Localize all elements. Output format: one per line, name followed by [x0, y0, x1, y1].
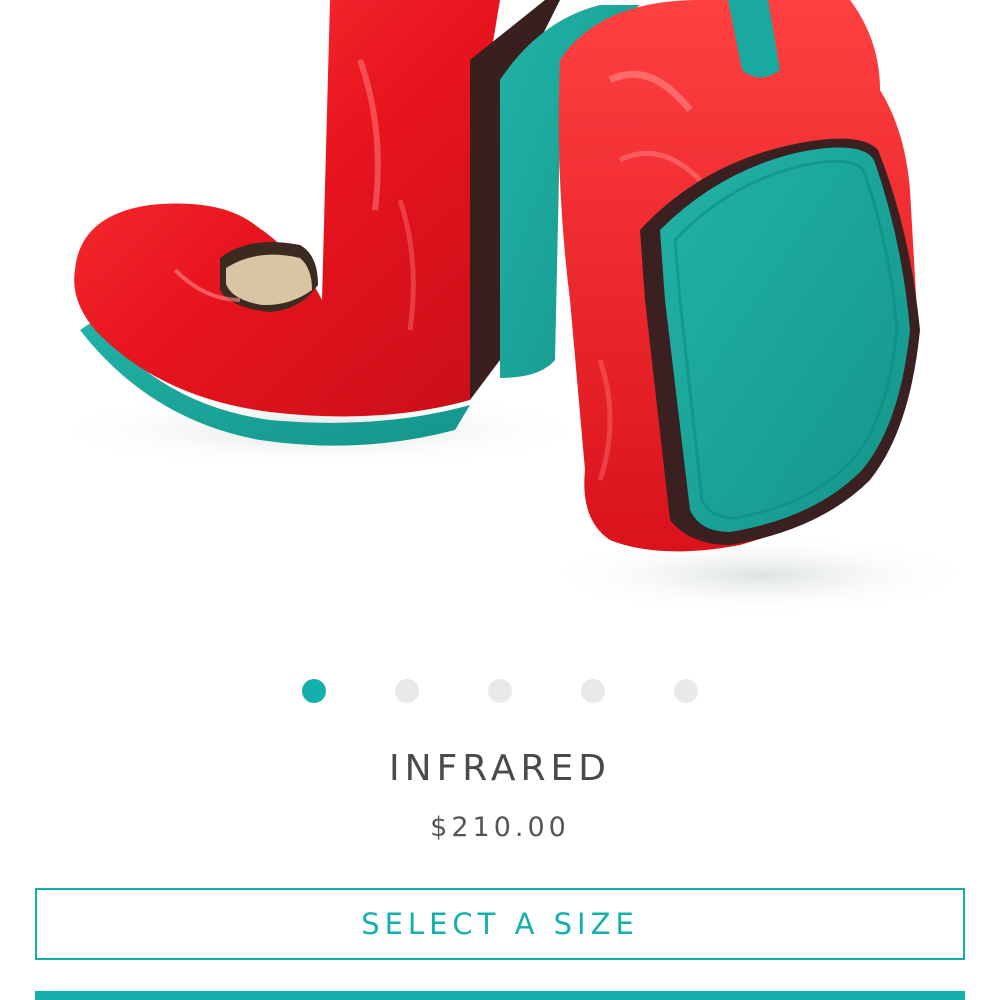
product-page: INFRARED $210.00 SELECT A SIZE: [0, 0, 1000, 1000]
carousel-dot-4[interactable]: [581, 679, 605, 703]
carousel-dot-5[interactable]: [674, 679, 698, 703]
product-image[interactable]: [0, 0, 1000, 640]
select-size-button[interactable]: SELECT A SIZE: [35, 888, 965, 960]
carousel-pagination: [0, 679, 1000, 703]
carousel-dot-2[interactable]: [395, 679, 419, 703]
product-price: $210.00: [430, 812, 570, 843]
carousel-dot-1[interactable]: [302, 679, 326, 703]
product-name: INFRARED: [389, 748, 611, 789]
carousel-dot-3[interactable]: [488, 679, 512, 703]
ballet-flat-shoes-image: [40, 0, 980, 615]
add-to-bag-button[interactable]: [35, 991, 965, 1000]
